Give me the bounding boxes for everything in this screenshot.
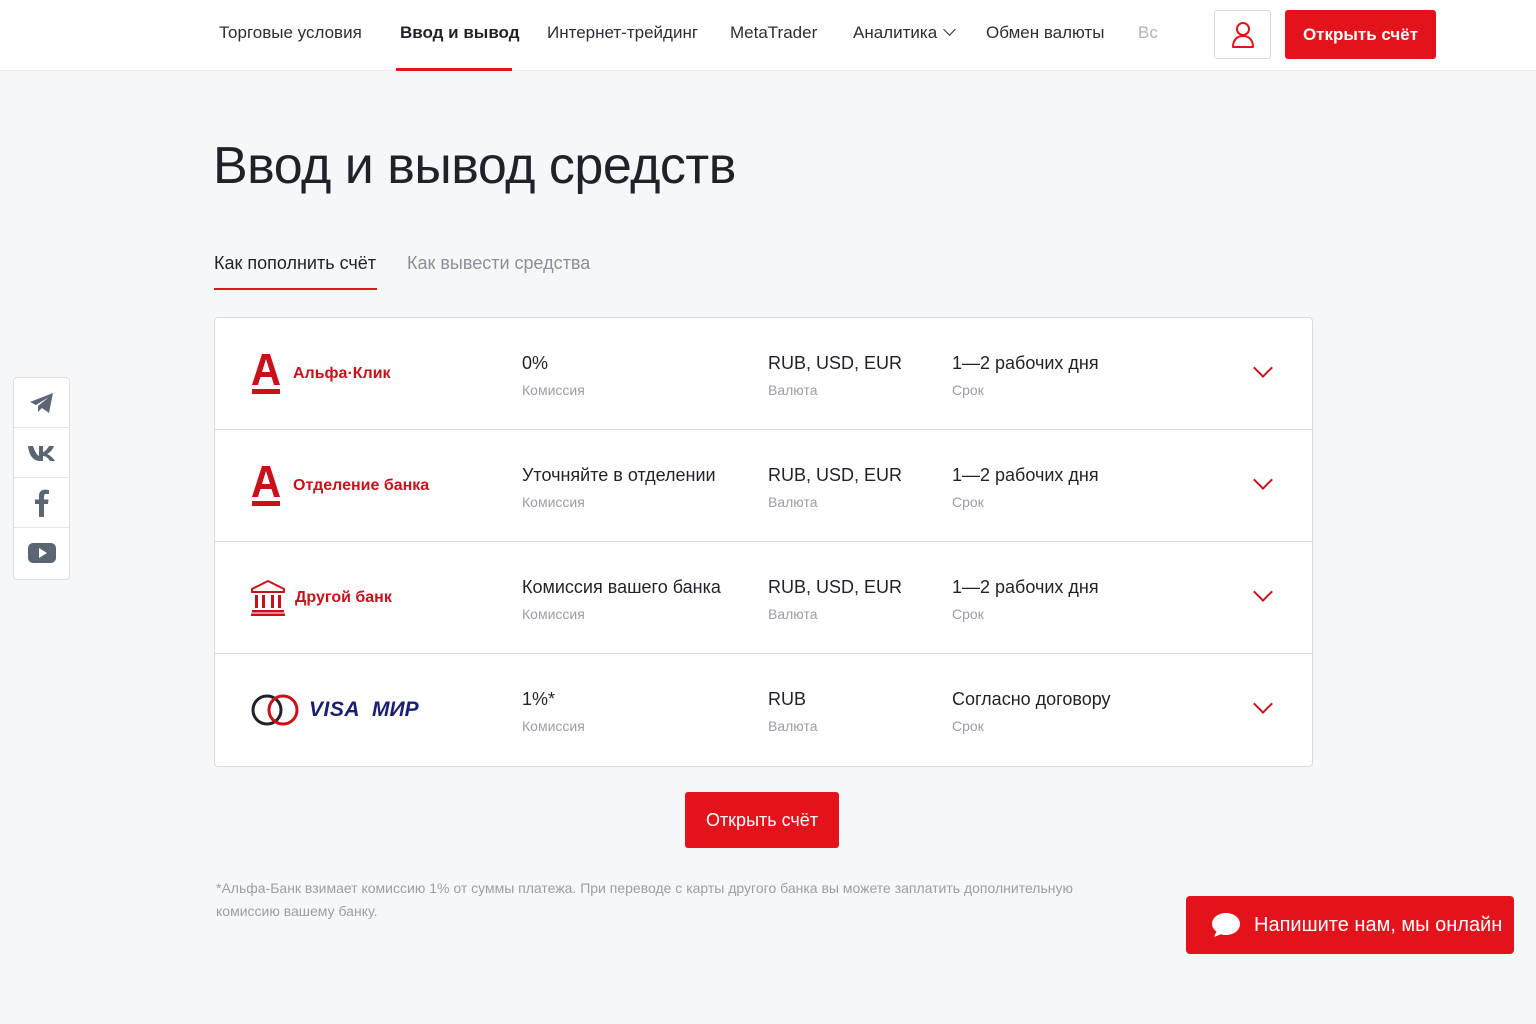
- nav-item-metatrader[interactable]: MetaTrader: [730, 0, 817, 71]
- user-icon: [1231, 21, 1254, 48]
- commission-value: 1%*: [522, 689, 556, 709]
- method-row-cards[interactable]: VISA МИР 1%* Комиссия RUB Валюта Согласн…: [215, 654, 1312, 766]
- chevron-down-icon[interactable]: [1253, 582, 1273, 602]
- currency-value: RUB, USD, EUR: [768, 577, 903, 597]
- footnote: *Альфа-Банк взимает комиссию 1% от суммы…: [216, 880, 1073, 919]
- facebook-icon: [34, 489, 49, 517]
- profile-button[interactable]: [1214, 10, 1271, 59]
- currency-value: RUB, USD, EUR: [768, 353, 903, 373]
- tab-how-to-withdraw[interactable]: Как вывести средства: [407, 253, 590, 274]
- social-telegram-link[interactable]: [14, 378, 69, 428]
- social-youtube-link[interactable]: [14, 528, 69, 578]
- nav-item-currency-exchange[interactable]: Обмен валюты: [986, 0, 1104, 71]
- term-value: 1—2 рабочих дня: [952, 577, 1099, 597]
- vk-icon: [27, 445, 55, 461]
- term-cell: 1—2 рабочих дня Срок: [952, 353, 1099, 398]
- term-cell: 1—2 рабочих дня Срок: [952, 465, 1099, 510]
- commission-cell: 1%* Комиссия: [522, 689, 585, 734]
- youtube-icon: [27, 543, 56, 563]
- nav-item-analytics-label: Аналитика: [853, 23, 938, 42]
- visa-logo: VISA: [309, 698, 361, 721]
- currency-cell: RUB, USD, EUR Валюта: [768, 465, 902, 510]
- social-links-panel: [13, 377, 70, 580]
- commission-cell: 0% Комиссия: [522, 353, 585, 398]
- nav-item-internet-trading[interactable]: Интернет-трейдинг: [547, 0, 698, 71]
- term-label: Срок: [952, 718, 984, 734]
- method-name: Другой банк: [295, 589, 392, 606]
- chevron-down-icon[interactable]: [1253, 470, 1273, 490]
- currency-label: Валюта: [768, 718, 818, 734]
- method-row-other-bank[interactable]: Другой банк Комиссия вашего банка Комисс…: [215, 542, 1312, 654]
- currency-cell: RUB Валюта: [768, 689, 818, 734]
- term-value: 1—2 рабочих дня: [952, 465, 1099, 485]
- commission-label: Комиссия: [522, 718, 585, 734]
- alfa-logo-icon: [252, 466, 280, 506]
- nav-item-analytics[interactable]: Аналитика: [853, 0, 957, 71]
- chevron-down-icon: [943, 23, 957, 36]
- currency-label: Валюта: [768, 606, 818, 622]
- chevron-down-icon[interactable]: [1253, 694, 1273, 714]
- method-row-alfa-click[interactable]: Альфа·Клик 0% Комиссия RUB, USD, EUR Вал…: [215, 318, 1312, 430]
- card-logos: VISA МИР: [251, 654, 419, 766]
- nav-item-trading-conditions[interactable]: Торговые условия: [219, 0, 362, 71]
- nav-item-more-truncated[interactable]: Вс: [1138, 0, 1178, 71]
- commission-label: Комиссия: [522, 382, 585, 398]
- term-label: Срок: [952, 494, 984, 510]
- open-account-button-header[interactable]: Открыть счёт: [1285, 10, 1436, 59]
- tab-active-indicator: [214, 288, 377, 290]
- mir-logo: МИР: [372, 698, 419, 721]
- term-cell: Согласно договору Срок: [952, 689, 1111, 734]
- term-label: Срок: [952, 382, 984, 398]
- commission-value: 0%: [522, 353, 549, 373]
- mastercard-icon: [251, 694, 299, 726]
- chat-label: Напишите нам, мы онлайн: [1254, 913, 1503, 936]
- commission-value: Комиссия вашего банка: [522, 577, 721, 597]
- deposit-methods-list: Альфа·Клик 0% Комиссия RUB, USD, EUR Вал…: [214, 317, 1313, 767]
- commission-value: Уточняйте в отделении: [522, 465, 716, 485]
- commission-label: Комиссия: [522, 494, 585, 510]
- commission-cell: Уточняйте в отделении Комиссия: [522, 465, 716, 510]
- chat-bubble-icon: [1212, 913, 1240, 937]
- nav-item-deposit-withdraw[interactable]: Ввод и вывод: [400, 0, 520, 71]
- currency-value: RUB, USD, EUR: [768, 465, 903, 485]
- tab-how-to-deposit[interactable]: Как пополнить счёт: [214, 253, 376, 274]
- term-cell: 1—2 рабочих дня Срок: [952, 577, 1099, 622]
- telegram-icon: [29, 392, 53, 413]
- method-name: Отделение банка: [293, 477, 430, 494]
- commission-cell: Комиссия вашего банка Комиссия: [522, 577, 721, 622]
- method-brand: Отделение банка: [251, 430, 429, 542]
- currency-cell: RUB, USD, EUR Валюта: [768, 577, 902, 622]
- currency-label: Валюта: [768, 494, 818, 510]
- page-title: Ввод и вывод средств: [213, 137, 736, 195]
- social-vk-link[interactable]: [14, 428, 69, 478]
- term-label: Срок: [952, 606, 984, 622]
- method-brand: Другой банк: [251, 542, 392, 654]
- social-facebook-link[interactable]: [14, 478, 69, 528]
- commission-label: Комиссия: [522, 606, 585, 622]
- top-header: Торговые условия Ввод и вывод Интернет-т…: [0, 0, 1536, 71]
- nav-active-indicator: [396, 68, 512, 71]
- currency-value: RUB: [768, 689, 807, 709]
- method-brand: Альфа·Клик: [251, 318, 391, 430]
- bank-building-icon: [251, 580, 285, 616]
- term-value: Согласно договору: [952, 689, 1111, 709]
- chat-button[interactable]: Напишите нам, мы онлайн: [1186, 896, 1514, 954]
- method-name: Альфа·Клик: [293, 365, 391, 382]
- alfa-logo-icon: [252, 354, 280, 394]
- currency-label: Валюта: [768, 382, 818, 398]
- term-value: 1—2 рабочих дня: [952, 353, 1099, 373]
- open-account-button[interactable]: Открыть счёт: [685, 792, 839, 848]
- currency-cell: RUB, USD, EUR Валюта: [768, 353, 902, 398]
- method-row-bank-branch[interactable]: Отделение банка Уточняйте в отделении Ко…: [215, 430, 1312, 542]
- chevron-down-icon[interactable]: [1253, 358, 1273, 378]
